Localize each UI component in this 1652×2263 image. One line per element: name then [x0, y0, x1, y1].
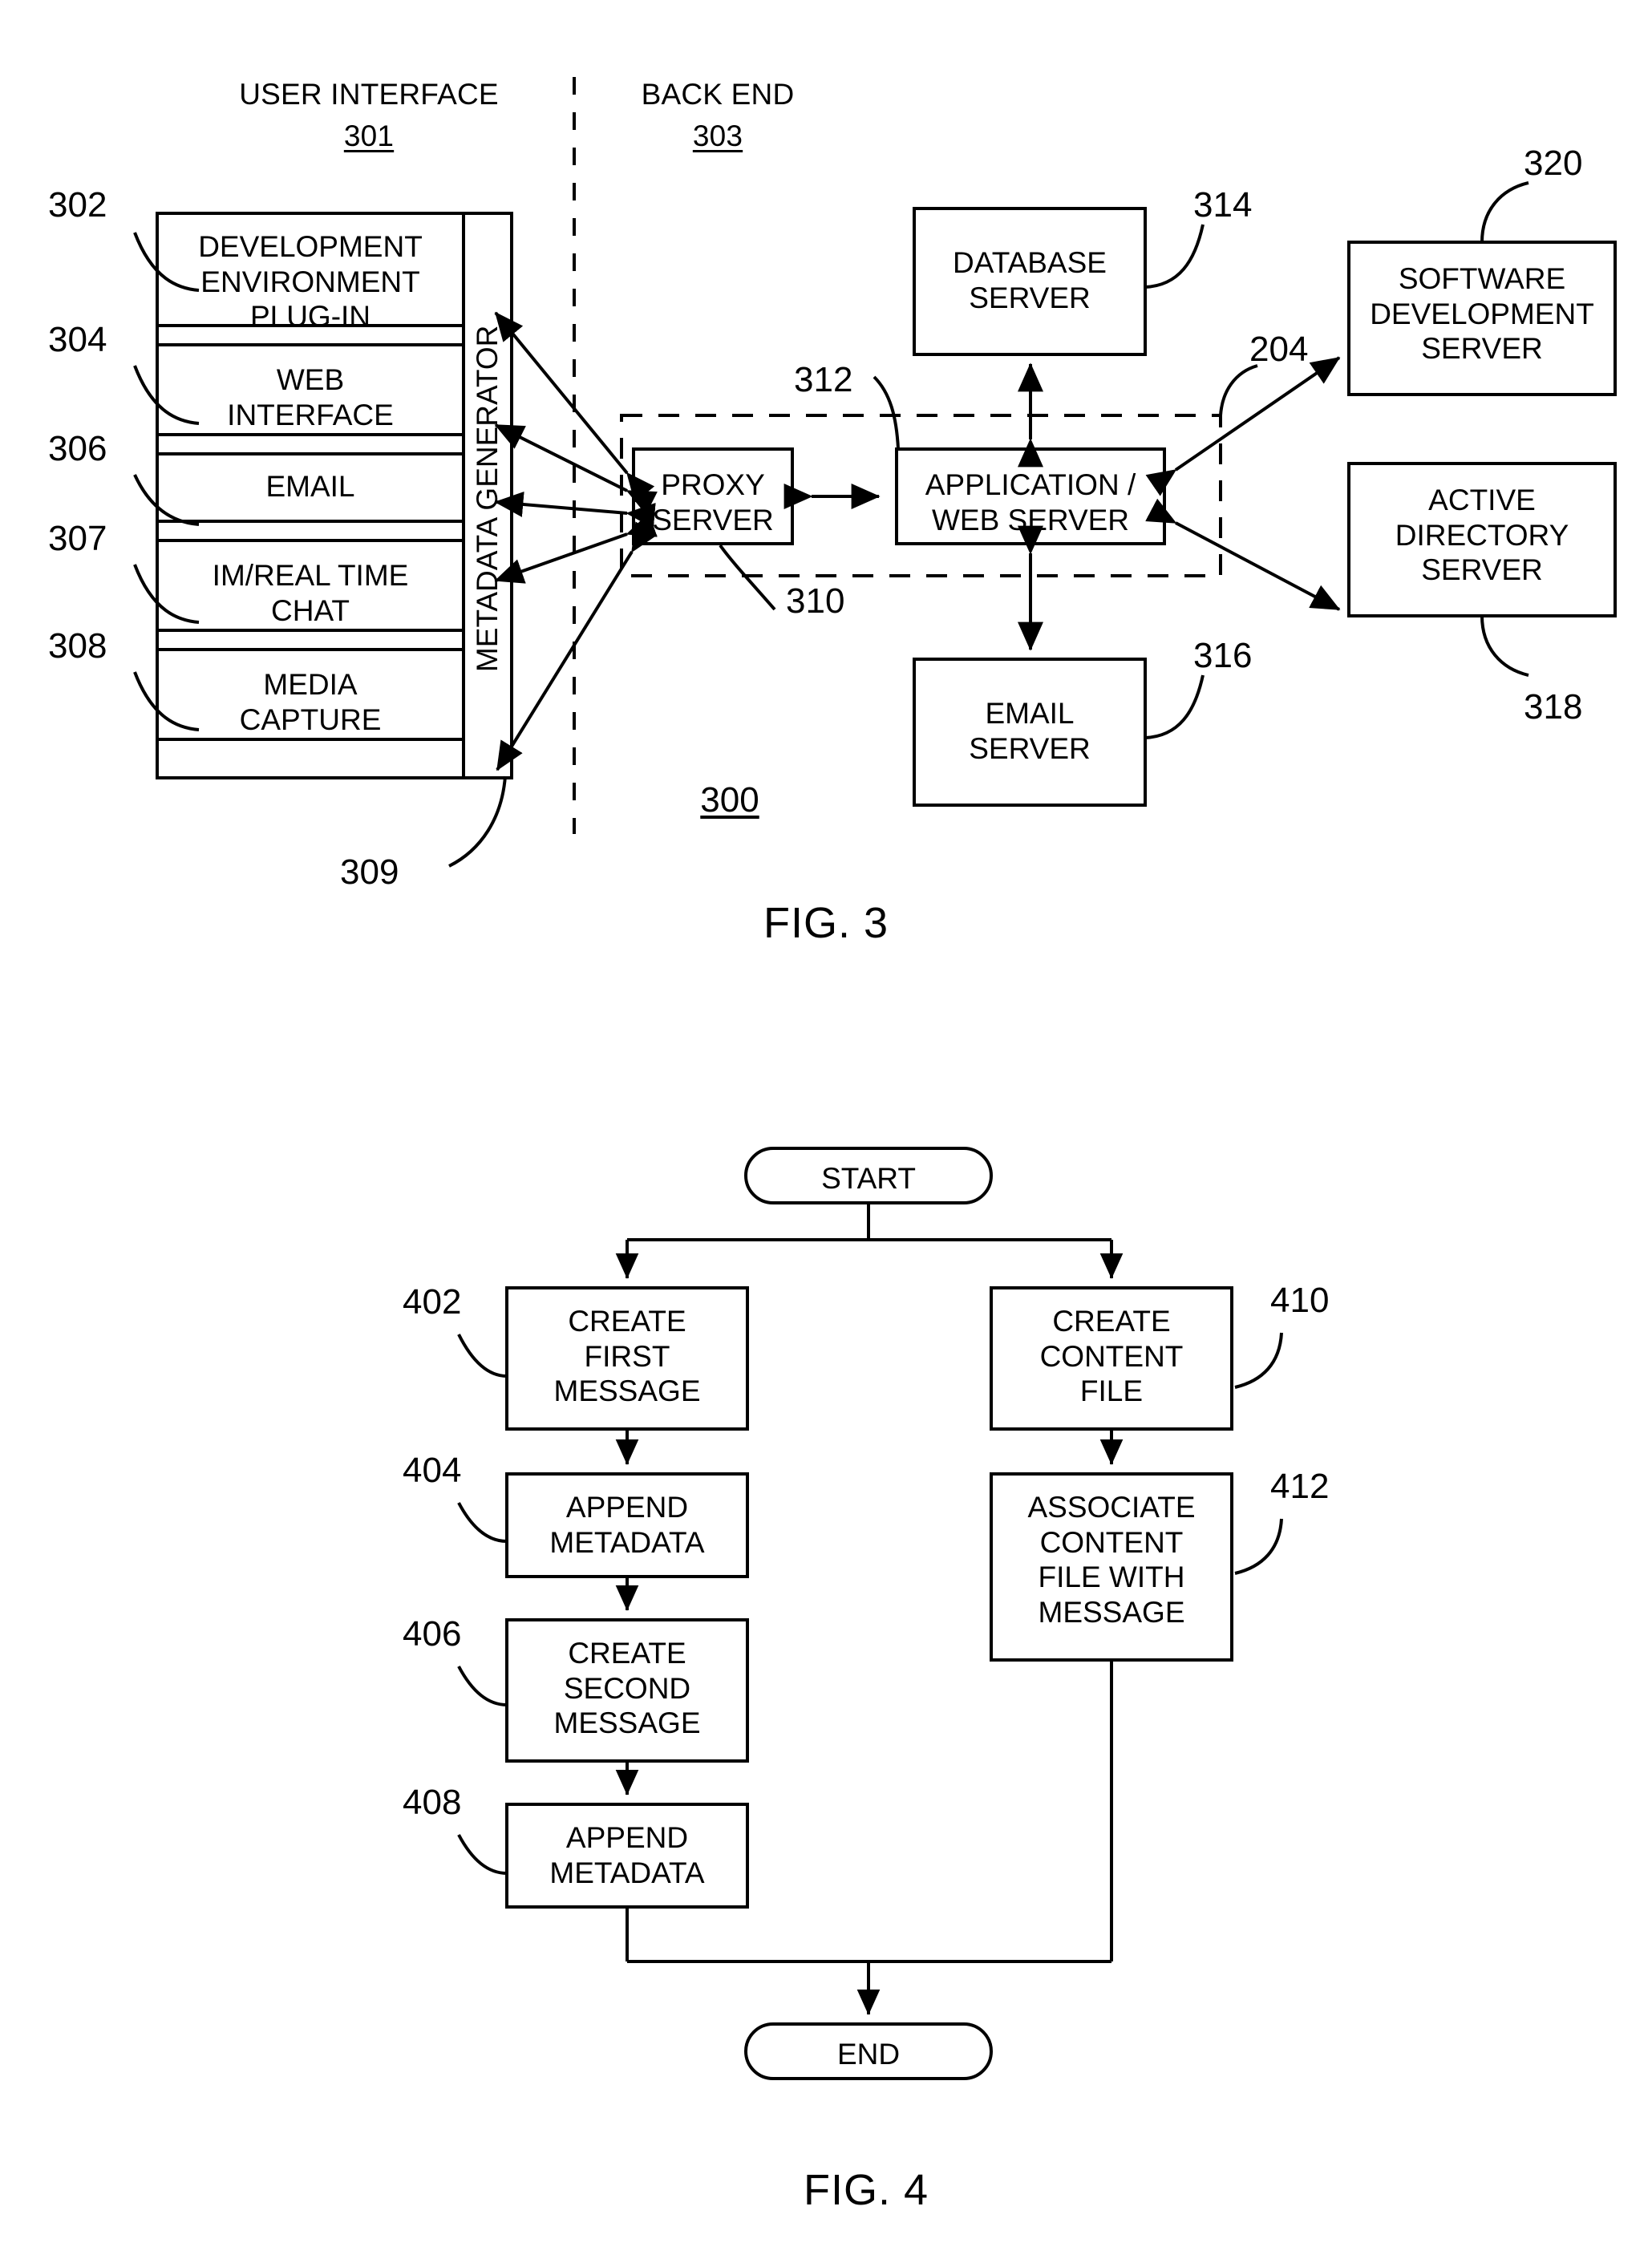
- leader-320: [1480, 181, 1529, 243]
- leader-406: [457, 1666, 508, 1706]
- label-create-first-message: CREATE FIRST MESSAGE: [553, 1305, 701, 1408]
- refnum-310: 310: [786, 581, 845, 621]
- label-web-interface: WEB INTERFACE: [227, 363, 394, 431]
- refnum-306: 306: [48, 429, 107, 468]
- label-email-server: EMAIL SERVER: [969, 697, 1091, 765]
- refnum-316: 316: [1193, 636, 1253, 675]
- label-database-server: DATABASE SERVER: [953, 246, 1107, 314]
- refnum-412: 412: [1270, 1467, 1330, 1506]
- leader-309: [448, 775, 507, 868]
- refnum-312: 312: [794, 360, 853, 399]
- refnum-308: 308: [48, 626, 107, 666]
- label-end: END: [836, 2038, 901, 2071]
- column-header-back-end: BACK END: [641, 78, 795, 111]
- arrow-metadata-to-proxy-2: [494, 423, 658, 515]
- arrow-metadata-to-proxy-4: [494, 512, 658, 584]
- refnum-300: 300: [700, 780, 759, 820]
- leader-318: [1480, 615, 1529, 677]
- figure-3-caption: FIG. 3: [763, 899, 889, 947]
- leader-316: [1144, 674, 1205, 739]
- leader-314: [1144, 224, 1205, 289]
- label-create-second-message: CREATE SECOND MESSAGE: [553, 1637, 701, 1740]
- arrow-metadata-to-proxy-5: [496, 521, 658, 771]
- refnum-304: 304: [48, 320, 107, 359]
- leader-402: [457, 1334, 508, 1378]
- label-media-capture: MEDIA CAPTURE: [239, 668, 382, 736]
- label-metadata-generator: METADATA GENERATOR: [471, 325, 504, 673]
- column-header-user-interface: USER INTERFACE: [239, 78, 499, 111]
- column-ref-301: 301: [343, 119, 395, 152]
- label-application-web-server: APPLICATION / WEB SERVER: [925, 468, 1136, 536]
- refnum-204: 204: [1249, 330, 1309, 369]
- label-software-development-server: SOFTWARE DEVELOPMENT SERVER: [1370, 262, 1594, 366]
- refnum-402: 402: [403, 1282, 462, 1322]
- arrow-appweb-to-activedirectory: [1145, 498, 1341, 611]
- label-active-directory-server: ACTIVE DIRECTORY SERVER: [1395, 484, 1569, 587]
- label-associate-content-file-with-message: ASSOCIATE CONTENT FILE WITH MESSAGE: [1027, 1491, 1196, 1629]
- label-append-metadata-408: APPEND METADATA: [549, 1821, 705, 1889]
- refnum-408: 408: [403, 1783, 462, 1822]
- figure-4-caption: FIG. 4: [803, 2166, 929, 2214]
- label-email: EMAIL: [265, 470, 355, 503]
- refnum-320: 320: [1524, 144, 1583, 183]
- arrow-metadata-to-proxy-3: [494, 491, 656, 528]
- column-ref-303: 303: [692, 119, 743, 152]
- label-create-content-file: CREATE CONTENT FILE: [1039, 1305, 1184, 1408]
- leader-410: [1234, 1332, 1283, 1389]
- refnum-318: 318: [1524, 687, 1583, 727]
- refnum-309: 309: [340, 852, 399, 892]
- refnum-314: 314: [1193, 185, 1253, 225]
- label-development-environment-plugin: DEVELOPMENT ENVIRONMENT PLUG-IN: [198, 230, 423, 334]
- leader-408: [457, 1834, 508, 1875]
- leader-412: [1234, 1518, 1283, 1575]
- refnum-404: 404: [403, 1451, 462, 1490]
- label-im-real-time-chat: IM/REAL TIME CHAT: [212, 559, 409, 627]
- patent-drawing-sheet: USER INTERFACE 301 BACK END 303 DEVELOPM…: [0, 0, 1652, 2263]
- label-append-metadata-404: APPEND METADATA: [549, 1491, 705, 1559]
- leader-310: [719, 544, 776, 611]
- arrow-metadata-to-proxy-1: [494, 311, 655, 503]
- refnum-307: 307: [48, 519, 107, 558]
- label-proxy-server: PROXY SERVER: [652, 468, 774, 536]
- leader-404: [457, 1502, 508, 1543]
- refnum-302: 302: [48, 185, 107, 225]
- refnum-410: 410: [1270, 1281, 1330, 1320]
- refnum-406: 406: [403, 1614, 462, 1654]
- label-start: START: [821, 1162, 916, 1195]
- leader-204: [1219, 364, 1258, 416]
- arrow-appweb-to-softwaredev: [1145, 356, 1341, 496]
